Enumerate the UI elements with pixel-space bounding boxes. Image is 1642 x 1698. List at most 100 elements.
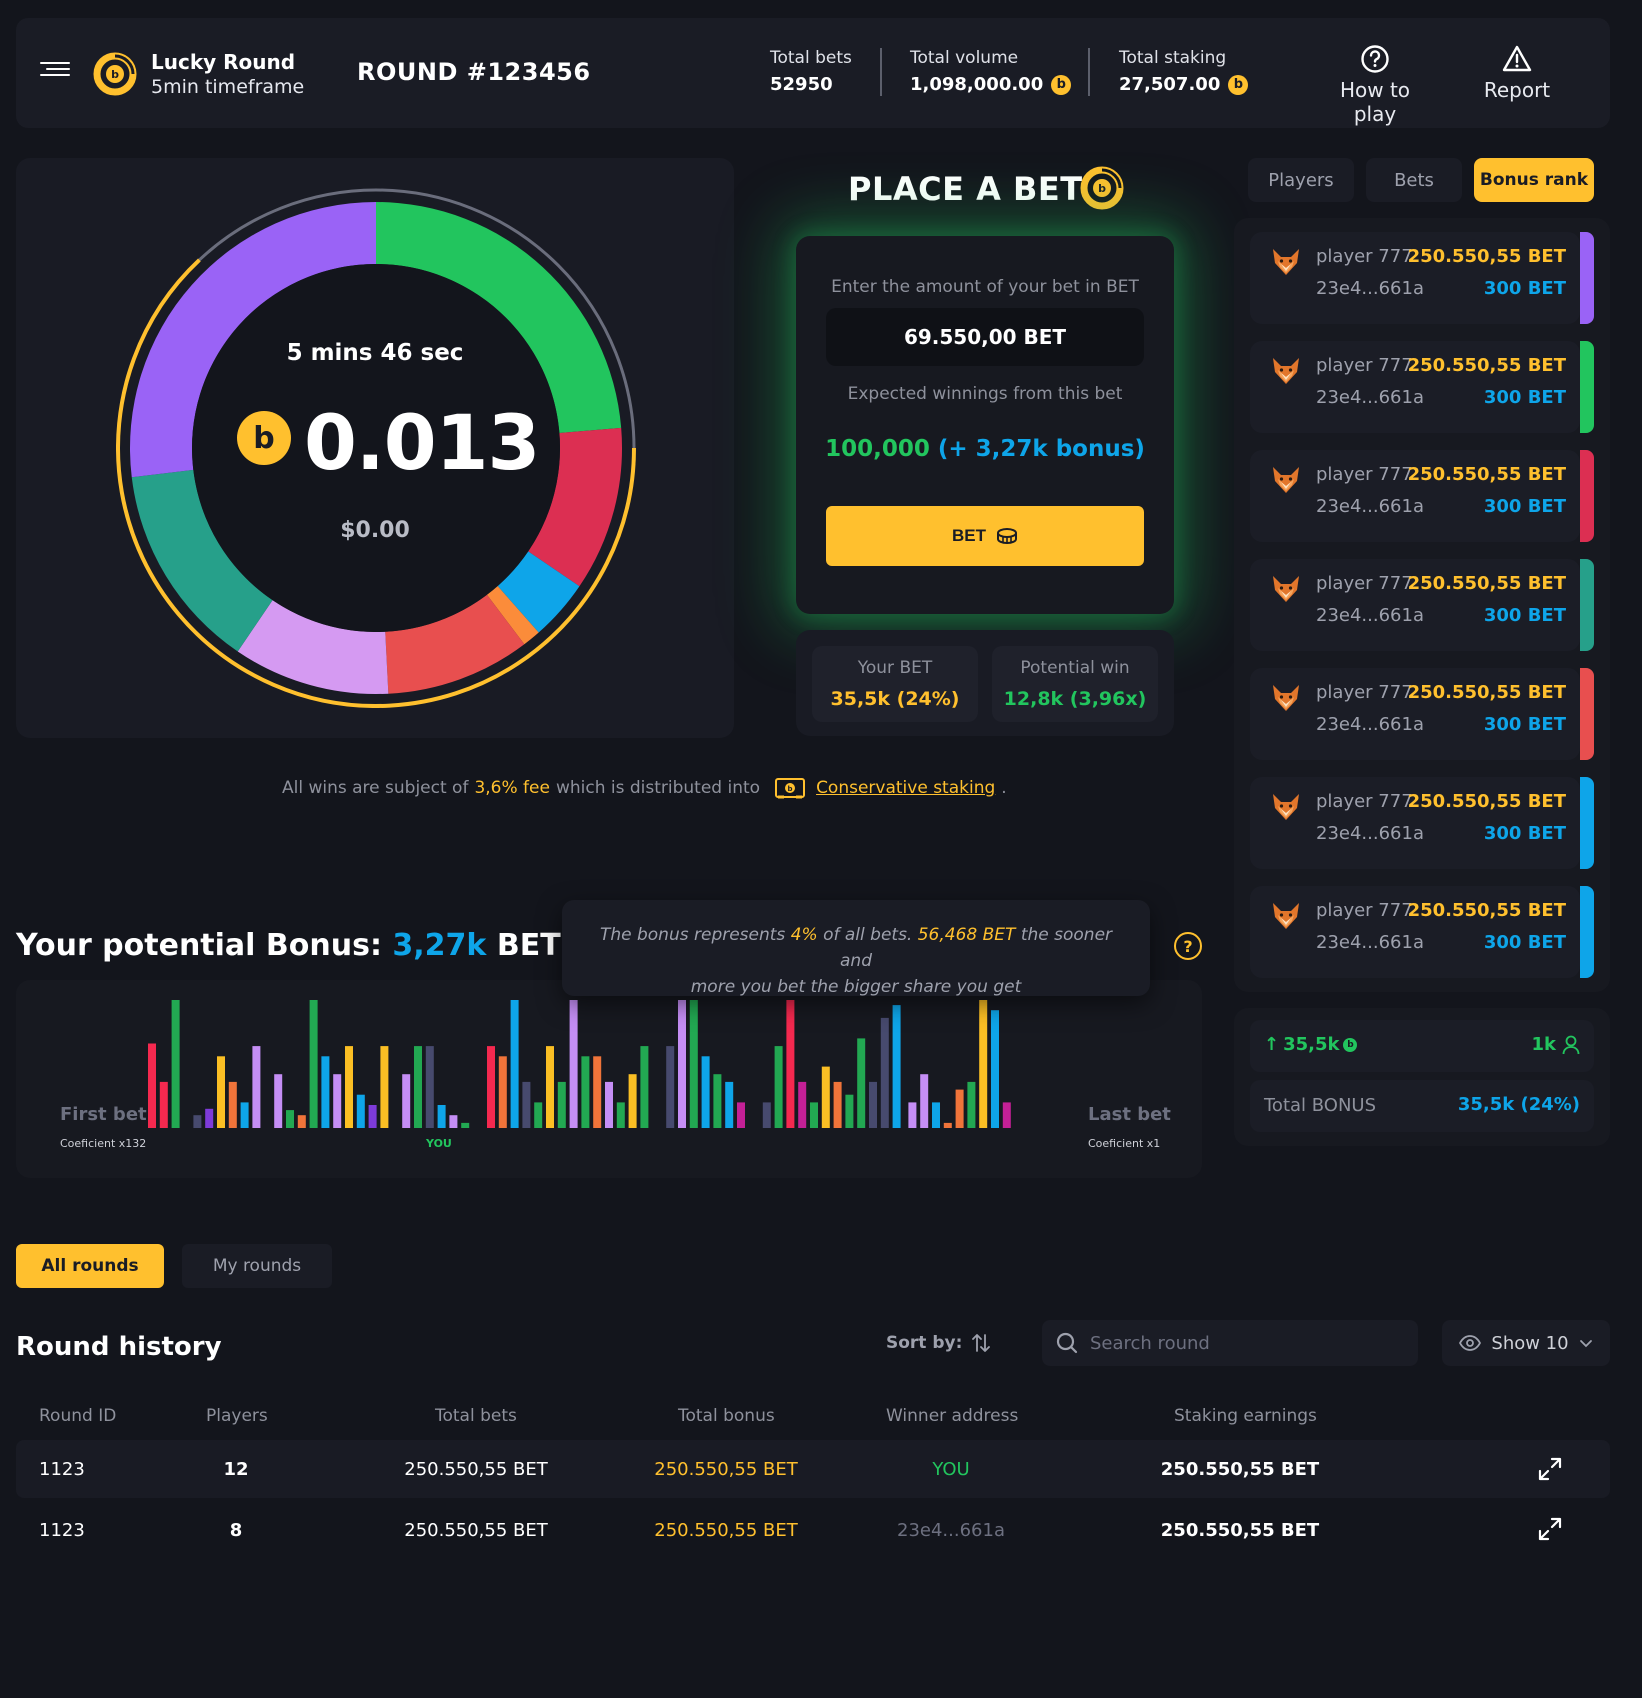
round-timer: 5 mins 46 sec [286,340,464,366]
col-staking-earnings: Staking earnings [1174,1406,1317,1426]
tab-all-rounds[interactable]: All rounds [16,1244,164,1288]
fox-avatar-icon [1273,358,1299,384]
player-color-bar [1580,559,1594,651]
col-total-bonus: Total bonus [678,1406,775,1426]
bonus-bar [932,1102,940,1128]
bonus-bar [869,1081,877,1128]
bonus-bar [1002,1102,1011,1128]
round-id-cell: 1123 [39,1459,85,1480]
svg-text:b: b [788,785,793,793]
player-item[interactable]: player 777 23e4...661a 250.550,55 BET 30… [1250,341,1594,433]
player-item[interactable]: player 777 23e4...661a 250.550,55 BET 30… [1250,450,1594,542]
divider [880,48,882,96]
show-count-select[interactable]: Show 10 [1442,1320,1610,1366]
player-bonus: 300 BET [1483,387,1566,408]
menu-icon[interactable] [40,62,70,84]
lucky-round-logo-icon: b [1080,166,1124,210]
player-item[interactable]: player 777 23e4...661a 250.550,55 BET 30… [1250,777,1594,869]
search-round-input[interactable] [1090,1332,1390,1354]
tab-bets[interactable]: Bets [1366,158,1462,202]
first-bet-label: First bet [60,1104,147,1125]
player-bonus: 300 BET [1483,496,1566,517]
fox-avatar-icon [1273,903,1299,929]
tab-bonus-rank[interactable]: Bonus rank [1474,158,1594,202]
tab-players[interactable]: Players [1248,158,1354,202]
bonus-bar [148,1043,156,1128]
fee-percent: 3,6% fee [474,778,550,798]
player-address: 23e4...661a [1316,932,1424,953]
bonus-bar [955,1089,964,1128]
total-bonus-label: Total BONUS [1264,1095,1377,1116]
bonus-bar [171,1000,180,1128]
bonus-bar [798,1081,807,1128]
bonus-bar [205,1108,214,1128]
report-button[interactable]: Report [1470,44,1564,102]
sort-control[interactable]: Sort by: [886,1332,991,1354]
player-item[interactable]: player 777 23e4...661a 250.550,55 BET 30… [1250,668,1594,760]
bonus-bar [979,1000,988,1128]
stat-total-bets: Total bets 52950 [770,48,852,95]
bonus-bar [333,1074,342,1128]
tab-my-rounds[interactable]: My rounds [182,1244,332,1288]
your-bet-label: Your BET [857,658,933,678]
potential-win-label: Potential win [1020,658,1130,678]
player-name: player 777 [1316,682,1413,703]
player-bonus: 300 BET [1483,278,1566,299]
expand-icon[interactable] [1537,1456,1563,1482]
bonus-help-icon[interactable]: ? [1174,932,1202,960]
round-id-cell: 1123 [39,1520,85,1541]
players-cell: 8 [229,1520,243,1541]
bonus-bar [991,1010,999,1128]
staking-cell: 250.550,55 BET [1160,1459,1320,1480]
player-item[interactable]: player 777 23e4...661a 250.550,55 BET 30… [1250,232,1594,324]
coin-icon: b [1343,1037,1358,1052]
bonus-bars-chart [148,1000,1011,1128]
players-cell: 12 [223,1459,249,1480]
bonus-bar [725,1081,734,1128]
bonus-bar [821,1066,830,1128]
bonus-bar [510,1000,519,1128]
fee-prefix: All wins are subject of [282,778,469,798]
help-circle-icon [1361,45,1389,73]
your-bet-value: 35,5k (24%) [830,688,960,710]
bonus-bar [252,1046,261,1128]
expand-icon[interactable] [1537,1516,1563,1542]
round-number: ROUND #123456 [357,58,591,86]
player-address: 23e4...661a [1316,605,1424,626]
fox-avatar-icon [1273,467,1299,493]
bonus-bar [159,1081,168,1128]
user-icon [1562,1035,1580,1054]
total-bets-cell: 250.550,55 BET [404,1459,548,1480]
fee-notice: All wins are subject of 3,6% fee which i… [282,776,1007,800]
player-item[interactable]: player 777 23e4...661a 250.550,55 BET 30… [1250,886,1594,978]
bonus-bar [425,1046,434,1128]
arrow-up-icon: ↑ [1264,1034,1280,1055]
bonus-bar [640,1046,649,1128]
how-to-play-button[interactable]: How to play [1318,44,1432,126]
expected-winnings-bonus: (+ 3,27k bonus) [937,436,1145,462]
round-history-title: Round history [16,1332,222,1362]
bonus-bar [666,1046,675,1128]
bonus-bar [297,1115,306,1128]
bonus-bar [701,1056,710,1128]
how-to-play-label: How to play [1339,78,1411,126]
fee-suffix: . [1001,778,1007,798]
player-name: player 777 [1316,900,1413,921]
first-bet-coefficient: Coeficient x132 [60,1137,147,1150]
summary-totals-row: ↑ 35,5k b 1k [1250,1020,1594,1072]
bonus-bar [892,1005,901,1128]
fox-avatar-icon [1273,685,1299,711]
potential-win-box: Potential win 12,8k (3,96x) [992,646,1158,722]
bonus-bar [402,1074,411,1128]
conservative-staking-link[interactable]: Conservative staking [816,778,995,798]
player-item[interactable]: player 777 23e4...661a 250.550,55 BET 30… [1250,559,1594,651]
player-bet: 250.550,55 BET [1407,900,1566,921]
bonus-bar [810,1102,818,1128]
svg-text:b: b [253,421,274,456]
bet-button[interactable]: BET [826,506,1144,566]
bonus-bar [678,1000,686,1128]
search-icon [1056,1332,1078,1354]
bet-amount-input[interactable] [826,308,1144,366]
bonus-bar [546,1046,554,1128]
player-color-bar [1580,450,1594,542]
